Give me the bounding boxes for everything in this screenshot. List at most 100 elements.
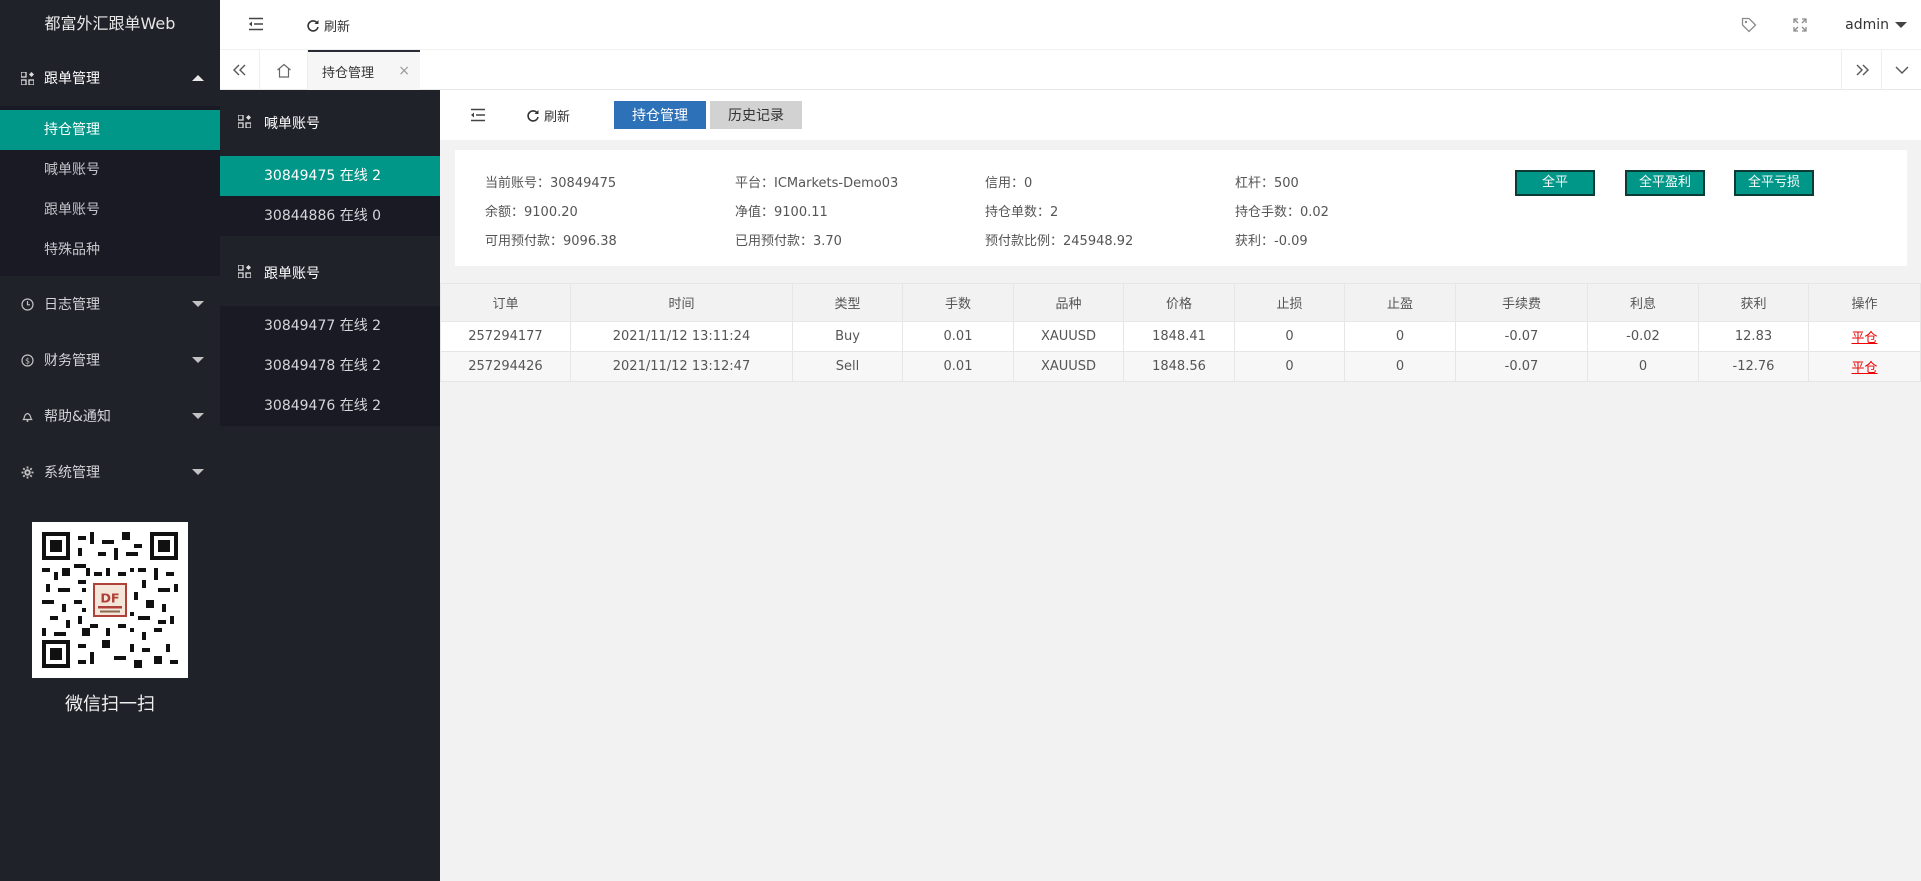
summary-positions-lots: 持仓手数：0.02	[1235, 205, 1329, 220]
cell-symbol: XAUUSD	[1013, 321, 1124, 352]
dollar-icon: $	[20, 353, 34, 367]
close-profit-button[interactable]: 全平盈利	[1625, 170, 1705, 196]
cell-lots: 0.01	[902, 351, 1014, 382]
menu-label: 跟单管理	[44, 71, 100, 87]
tab-label: 持仓管理	[322, 65, 375, 81]
refresh-icon	[526, 109, 540, 123]
account-item[interactable]: 30844886 在线 0	[220, 196, 440, 236]
svg-text:$: $	[24, 356, 29, 365]
summary-used-margin: 已用预付款：3.70	[735, 234, 842, 249]
col-commission: 手续费	[1455, 283, 1588, 322]
account-item[interactable]: 30849476 在线 2	[220, 386, 440, 426]
menu-label: 财务管理	[44, 353, 100, 369]
menu-head-follow[interactable]: 跟单管理	[0, 50, 220, 106]
header-right: admin	[1741, 0, 1921, 50]
bell-icon	[20, 409, 34, 423]
panel-title: 喊单账号	[264, 116, 320, 132]
summary-balance: 余额：9100.20	[485, 205, 578, 220]
close-icon[interactable]: ×	[398, 63, 410, 79]
positions-button[interactable]: 持仓管理	[614, 101, 706, 129]
fullscreen-icon[interactable]	[1793, 18, 1807, 32]
menu-group-finance: $ 财务管理	[0, 332, 220, 388]
tab-scroll-left-button[interactable]	[220, 50, 260, 90]
menu-head-help[interactable]: 帮助&通知	[0, 388, 220, 444]
col-action: 操作	[1808, 283, 1921, 322]
account-item[interactable]: 30849477 在线 2	[220, 306, 440, 346]
cell-price: 1848.56	[1123, 351, 1235, 382]
home-tab[interactable]	[260, 50, 308, 90]
tag-icon[interactable]	[1741, 17, 1757, 33]
gear-icon	[20, 465, 34, 479]
history-button[interactable]: 历史记录	[710, 101, 802, 129]
panel-title: 跟单账号	[264, 266, 320, 282]
col-take-profit: 止盈	[1344, 283, 1456, 322]
header-refresh-button[interactable]: 刷新	[306, 16, 350, 35]
menu-group-follow: 跟单管理 持仓管理 喊单账号 跟单账号 特殊品种	[0, 50, 220, 276]
caret-up-icon	[192, 75, 204, 81]
username: admin	[1845, 17, 1889, 33]
wechat-qr-code: DF	[32, 522, 188, 678]
col-order: 订单	[440, 283, 571, 322]
refresh-label: 刷新	[324, 20, 351, 35]
cell-price: 1848.41	[1123, 321, 1235, 352]
tab-positions[interactable]: 持仓管理 ×	[308, 50, 420, 90]
menu-head-log[interactable]: 日志管理	[0, 276, 220, 332]
col-symbol: 品种	[1013, 283, 1124, 322]
close-position-link[interactable]: 平仓	[1851, 331, 1877, 346]
menu-head-system[interactable]: 系统管理	[0, 444, 220, 500]
table-row: 257294177 2021/11/12 13:11:24 Buy 0.01 X…	[440, 321, 1921, 352]
table-header-row: 订单 时间 类型 手数 品种 价格 止损 止盈 手续费 利息 获利 操作	[440, 283, 1921, 322]
sidebar-item-positions[interactable]: 持仓管理	[0, 110, 220, 150]
col-stop-loss: 止损	[1234, 283, 1345, 322]
sidebar-item-signal-accounts[interactable]: 喊单账号	[0, 150, 220, 190]
clock-icon	[20, 297, 34, 311]
cell-order: 257294426	[440, 351, 571, 382]
close-loss-button[interactable]: 全平亏损	[1734, 170, 1814, 196]
col-profit: 获利	[1698, 283, 1809, 322]
cell-action: 平仓	[1808, 321, 1921, 352]
summary-profit: 获利：-0.09	[1235, 234, 1308, 249]
sidebar-item-special-symbols[interactable]: 特殊品种	[0, 230, 220, 270]
follow-accounts-list: 30849477 在线 2 30849478 在线 2 30849476 在线 …	[220, 306, 440, 426]
qr-caption: 微信扫一扫	[65, 694, 155, 715]
menu-toggle-icon[interactable]	[470, 108, 486, 126]
menu-head-finance[interactable]: $ 财务管理	[0, 332, 220, 388]
refresh-label: 刷新	[544, 110, 571, 125]
tab-menu-button[interactable]	[1881, 50, 1921, 90]
tab-scroll-right-button[interactable]	[1841, 50, 1881, 90]
menu-toggle-icon[interactable]	[248, 17, 264, 35]
apps-icon	[237, 114, 252, 131]
menu-group-log: 日志管理	[0, 276, 220, 332]
account-item[interactable]: 30849478 在线 2	[220, 346, 440, 386]
col-time: 时间	[570, 283, 793, 322]
summary-margin-ratio: 预付款比例：245948.92	[985, 234, 1134, 249]
cell-commission: -0.07	[1455, 351, 1588, 382]
cell-stop-loss: 0	[1234, 321, 1345, 352]
account-item[interactable]: 30849475 在线 2	[220, 156, 440, 196]
user-menu[interactable]: admin	[1845, 17, 1907, 33]
account-summary: 当前账号：30849475 平台：ICMarkets-Demo03 信用：0 杠…	[455, 150, 1907, 266]
summary-leverage: 杠杆：500	[1235, 176, 1299, 191]
caret-down-icon	[192, 469, 204, 475]
content-toolbar: 刷新 持仓管理 历史记录	[440, 90, 1921, 140]
summary-equity: 净值：9100.11	[735, 205, 828, 220]
signal-accounts-header[interactable]: 喊单账号	[220, 90, 440, 156]
apps-icon	[237, 264, 252, 281]
svg-text:DF: DF	[100, 591, 119, 606]
summary-free-margin: 可用预付款：9096.38	[485, 234, 617, 249]
content-refresh-button[interactable]: 刷新	[526, 106, 570, 125]
signal-accounts-list: 30849475 在线 2 30844886 在线 0	[220, 156, 440, 236]
summary-credit: 信用：0	[985, 176, 1033, 191]
main-content: 刷新 持仓管理 历史记录 当前账号：30849475 平台：ICMarkets-…	[440, 90, 1921, 881]
close-all-button[interactable]: 全平	[1515, 170, 1595, 196]
cell-take-profit: 0	[1344, 351, 1456, 382]
col-swap: 利息	[1587, 283, 1699, 322]
sidebar-item-follow-accounts[interactable]: 跟单账号	[0, 190, 220, 230]
menu-group-help: 帮助&通知	[0, 388, 220, 444]
caret-down-icon	[192, 413, 204, 419]
close-position-link[interactable]: 平仓	[1851, 361, 1877, 376]
summary-positions-count: 持仓单数：2	[985, 205, 1059, 220]
cell-type: Buy	[792, 321, 903, 352]
follow-accounts-header[interactable]: 跟单账号	[220, 240, 440, 306]
menu-label: 系统管理	[44, 465, 100, 481]
